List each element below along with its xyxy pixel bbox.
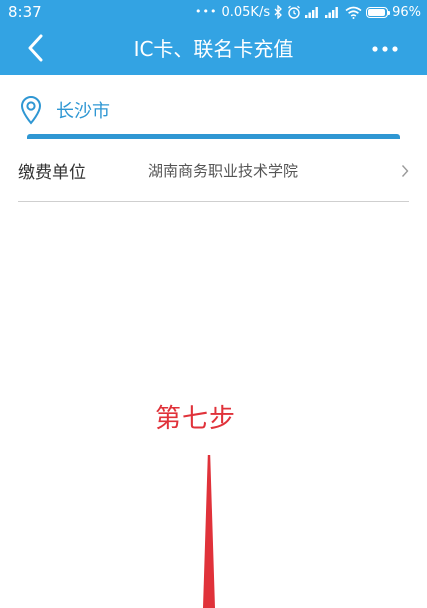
blue-divider (27, 134, 400, 139)
payee-label: 缴费单位 (18, 163, 86, 183)
signal-icon (325, 6, 341, 18)
step-annotation: 第七步 (155, 404, 237, 434)
back-button[interactable] (18, 30, 52, 66)
battery-percent: 96% (392, 4, 421, 20)
chevron-left-icon (28, 34, 43, 62)
status-bar-indicators: ••• 0.05K/s 96% (195, 3, 421, 21)
network-speed: 0.05K/s (221, 4, 271, 20)
signal-icon (305, 6, 321, 18)
notification-dots-icon: ••• (195, 5, 218, 18)
status-time: 8:37 (8, 3, 42, 21)
battery-fill (368, 8, 386, 16)
payee-value: 湖南商务职业技术学院 (148, 162, 299, 180)
chevron-right-icon (395, 164, 409, 178)
city-selector[interactable]: 长沙市 (18, 90, 409, 130)
more-button[interactable] (365, 40, 405, 58)
wifi-icon (345, 6, 362, 19)
page-title: IC卡、联名卡充值 (133, 37, 294, 61)
app-header: 8:37 ••• 0.05K/s 96% IC卡、联名卡充值 (0, 0, 427, 75)
battery-icon (366, 6, 391, 18)
bluetooth-icon (274, 5, 283, 19)
payee-row[interactable]: 缴费单位 湖南商务职业技术学院 (18, 140, 409, 202)
alarm-icon (287, 5, 301, 19)
city-label: 长沙市 (56, 101, 110, 122)
more-icon (372, 46, 398, 52)
location-pin-icon (18, 93, 44, 127)
annotation-arrow (203, 455, 215, 608)
